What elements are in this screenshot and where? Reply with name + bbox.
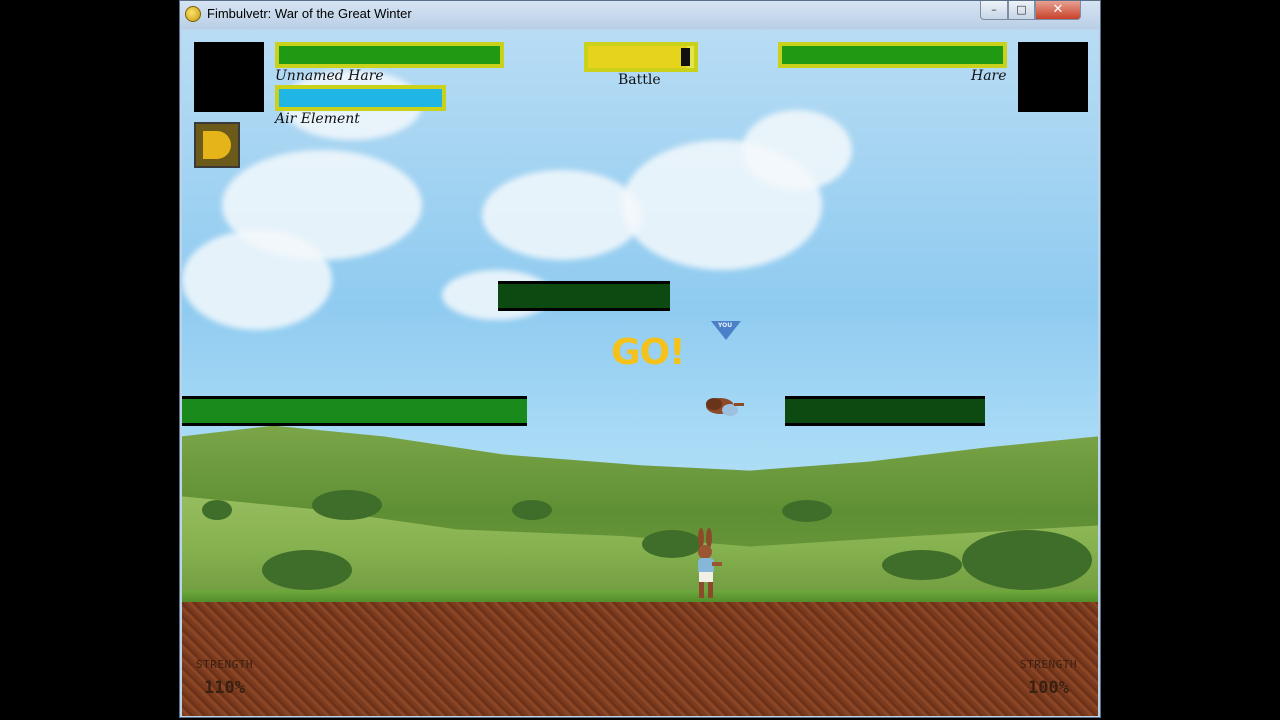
minimize-button[interactable]: – (980, 1, 1008, 20)
battle-timer-bar (584, 42, 698, 72)
timer-cursor (681, 48, 690, 66)
ability-emblem (203, 131, 231, 159)
title-bar[interactable]: Fimbulvetr: War of the Great Winter – □ … (180, 1, 1100, 29)
platform-left (182, 396, 527, 426)
player-health-fill (279, 46, 500, 64)
opponent-hare (706, 398, 744, 416)
bush (512, 500, 552, 520)
window-title: Fimbulvetr: War of the Great Winter (207, 6, 412, 21)
opponent-portrait (1018, 42, 1088, 112)
bush (962, 530, 1092, 590)
you-marker-label: YOU (718, 322, 733, 329)
platform-right (785, 396, 985, 426)
bush (262, 550, 352, 590)
bush (312, 490, 382, 520)
game-canvas[interactable]: Unnamed Hare Air Element Battle Hare GO!… (182, 30, 1098, 716)
opponent-name: Hare (971, 68, 1007, 84)
cloud (182, 230, 332, 330)
opponent-strength-value: 100% (1028, 678, 1069, 698)
element-fill (279, 89, 442, 107)
opponent-strength-label: STRENGTH (1020, 658, 1077, 671)
game-window: Fimbulvetr: War of the Great Winter – □ … (179, 0, 1101, 718)
player-strength-label: STRENGTH (196, 658, 253, 671)
close-button[interactable]: ✕ (1035, 1, 1081, 20)
element-label: Air Element (275, 111, 360, 127)
air-ability-icon (194, 122, 240, 168)
element-bar (275, 85, 446, 111)
cloud (482, 170, 642, 260)
bush (202, 500, 232, 520)
player-hare (698, 528, 722, 598)
cloud (742, 110, 852, 190)
maximize-button[interactable]: □ (1008, 1, 1035, 20)
ground (182, 602, 1098, 716)
player-strength-value: 110% (204, 678, 245, 698)
mode-label: Battle (618, 72, 661, 88)
bush (882, 550, 962, 580)
bush (782, 500, 832, 522)
battle-timer-fill (588, 46, 687, 68)
opponent-health-bar (778, 42, 1007, 68)
app-icon (185, 6, 201, 22)
go-announcement: GO! (611, 332, 686, 373)
platform-top (498, 281, 670, 311)
opponent-health-fill (782, 46, 1003, 64)
player-name: Unnamed Hare (275, 68, 384, 84)
player-portrait (194, 42, 264, 112)
player-health-bar (275, 42, 504, 68)
